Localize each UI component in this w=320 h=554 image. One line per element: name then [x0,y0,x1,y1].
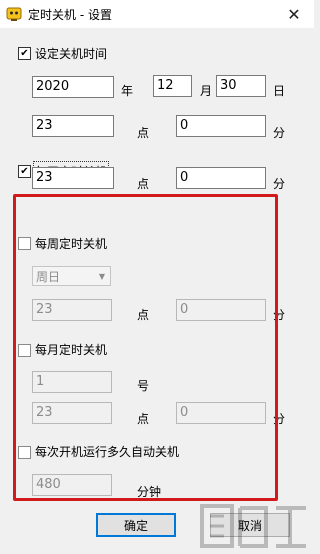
set-shutdown-time-checkbox[interactable]: ✔ [18,47,31,60]
daily-minute-input[interactable]: 0 [176,167,266,189]
highlight-frame [13,194,278,501]
year-input[interactable]: 2020 [32,76,114,98]
close-button[interactable]: ✕ [274,0,314,28]
daily-shutdown-checkbox[interactable]: ✔ [18,165,31,178]
check-icon: ✔ [20,47,29,59]
minute-unit: 分 [273,126,286,140]
hour-unit: 点 [137,126,150,140]
ok-button[interactable]: 确定 [96,513,176,537]
day-unit: 日 [273,84,286,98]
window-title: 定时关机 - 设置 [28,8,112,22]
month-input[interactable]: 12 [153,75,192,97]
day-input[interactable]: 30 [216,75,266,97]
hour-input[interactable]: 23 [32,115,114,137]
year-unit: 年 [121,84,134,98]
daily-hour-input[interactable]: 23 [32,167,114,189]
month-unit: 月 [200,84,213,98]
close-icon: ✕ [287,4,301,24]
title-bar: 定时关机 - 设置 ✕ [0,0,314,28]
set-shutdown-time-label: 设定关机时间 [35,47,108,61]
ok-button-label: 确定 [123,518,148,533]
check-icon: ✔ [20,165,29,177]
app-icon [6,7,22,21]
watermark-logo [200,504,306,548]
daily-hour-unit: 点 [137,177,150,191]
daily-minute-unit: 分 [273,177,286,191]
minute-input[interactable]: 0 [176,115,266,137]
